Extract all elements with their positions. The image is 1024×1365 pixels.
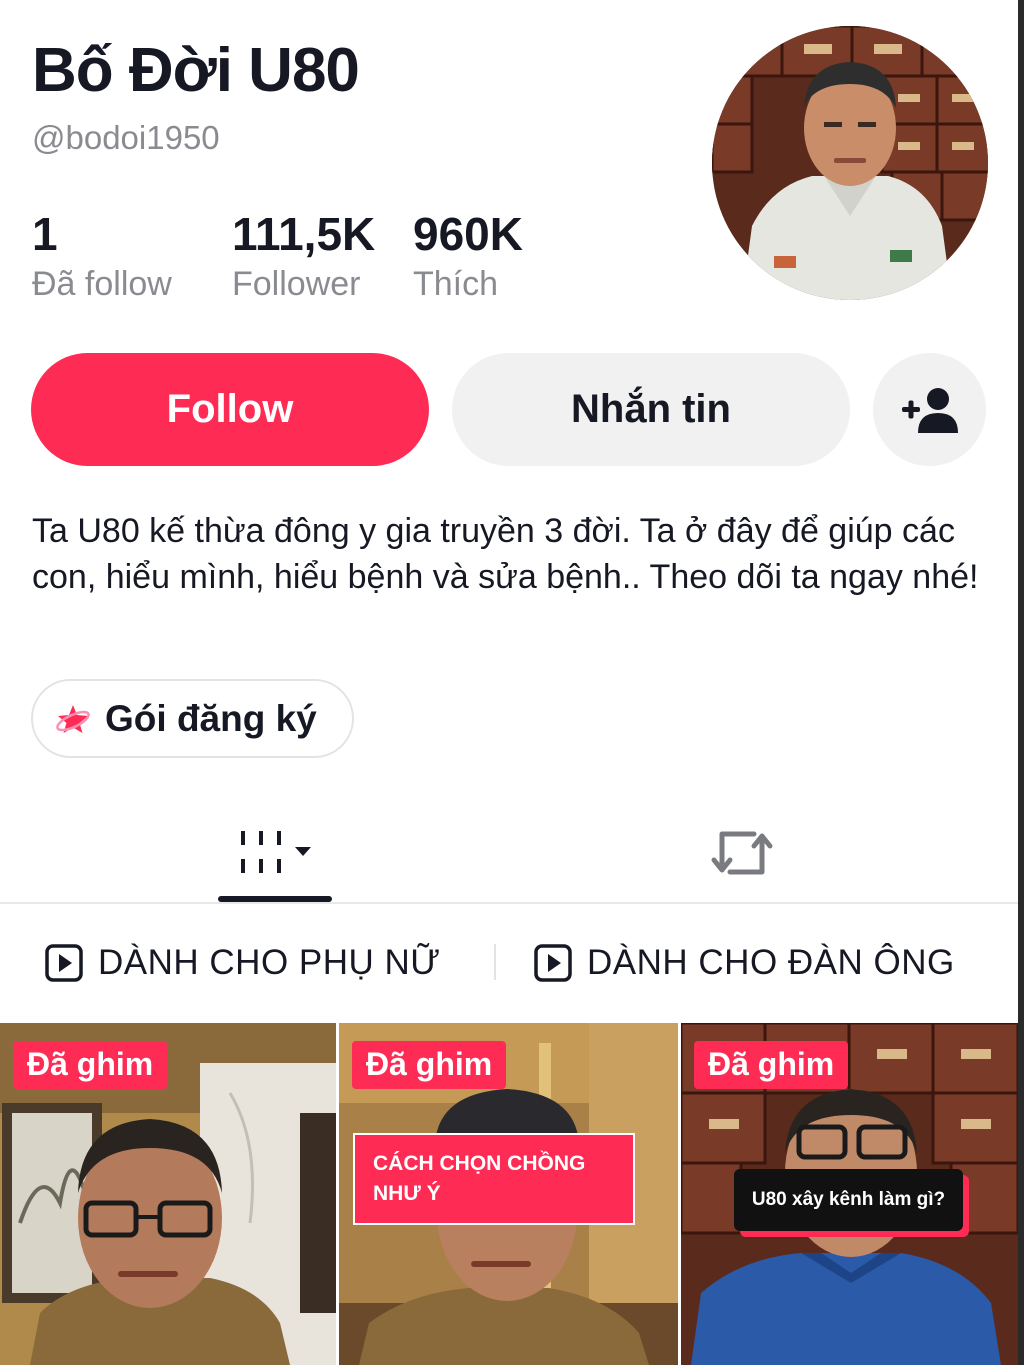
playlist-separator: [494, 944, 496, 980]
avatar[interactable]: [712, 26, 988, 300]
tab-reposts[interactable]: [690, 805, 794, 901]
subscription-button[interactable]: Gói đăng ký: [31, 679, 354, 758]
stat-following[interactable]: 1 Đã follow: [32, 208, 172, 306]
stat-likes[interactable]: 960K Thích: [413, 208, 523, 306]
stat-followers-label: Follower: [232, 265, 361, 303]
video-caption: U80 xây kênh làm gì?: [734, 1169, 963, 1231]
tab-divider: [0, 902, 1018, 904]
stat-followers[interactable]: 111,5K Follower: [232, 208, 375, 306]
playlist-men[interactable]: DÀNH CHO ĐÀN ÔNG: [533, 936, 955, 990]
avatar-photo: [712, 26, 988, 300]
tab-videos[interactable]: [218, 805, 332, 901]
subscription-label: Gói đăng ký: [105, 697, 317, 739]
window-edge: [1018, 0, 1024, 1365]
video-caption: CÁCH CHỌN CHỒNG NHƯ Ý: [353, 1133, 635, 1225]
profile-username: @bodoi1950: [32, 119, 220, 156]
profile-bio: Ta U80 kế thừa đông y gia truyền 3 đời. …: [32, 512, 979, 596]
video-thumbnail[interactable]: Đã ghim: [0, 1023, 336, 1365]
stat-following-value: 1: [32, 208, 58, 260]
pinned-badge: Đã ghim: [13, 1041, 168, 1089]
stat-likes-value: 960K: [413, 208, 523, 260]
video-thumbnail[interactable]: Đã ghim U80 xây kênh làm gì?: [681, 1023, 1018, 1365]
stat-following-label: Đã follow: [32, 265, 172, 303]
pinned-badge: Đã ghim: [352, 1041, 507, 1089]
playlist-play-icon: [534, 944, 572, 982]
profile-display-name: Bố Đời U80: [32, 36, 360, 105]
video-thumbnail[interactable]: Đã ghim CÁCH CHỌN CHỒNG NHƯ Ý: [339, 1023, 678, 1365]
repost-icon: [711, 831, 773, 875]
subscription-star-icon: [56, 704, 90, 733]
follow-button[interactable]: Follow: [31, 353, 429, 466]
playlist-women-label: DÀNH CHO PHỤ NỮ: [98, 943, 441, 982]
playlist-men-label: DÀNH CHO ĐÀN ÔNG: [587, 943, 955, 982]
message-button[interactable]: Nhắn tin: [452, 353, 850, 466]
stat-likes-label: Thích: [413, 265, 499, 303]
video-caption-line: NHƯ Ý: [373, 1182, 441, 1205]
add-friend-button[interactable]: [873, 353, 986, 466]
playlist-women[interactable]: DÀNH CHO PHỤ NỮ: [44, 936, 441, 990]
grid-icon: [241, 831, 311, 873]
person-plus-icon: [901, 387, 958, 433]
video-caption-line: CÁCH CHỌN CHỒNG: [373, 1152, 586, 1175]
stat-followers-value: 111,5K: [232, 208, 376, 260]
playlist-play-icon: [45, 944, 83, 982]
pinned-badge: Đã ghim: [694, 1041, 849, 1089]
